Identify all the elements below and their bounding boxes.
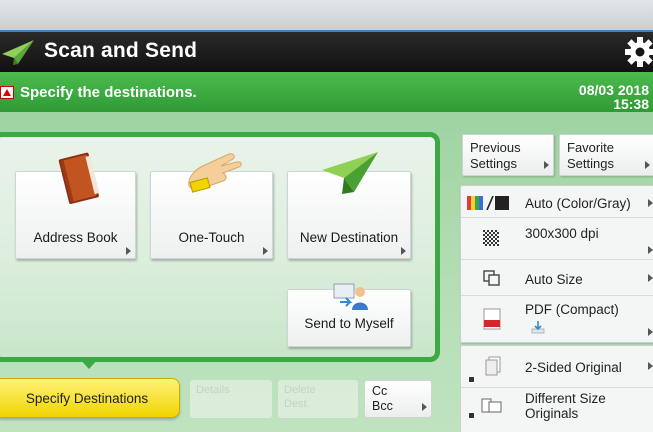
delete-label-line1: Delete	[284, 384, 316, 396]
selected-tab-pointer	[78, 357, 100, 369]
chevron-right-icon	[648, 246, 653, 254]
instruction-bar: Specify the destinations. 08/03 2018 15:…	[0, 72, 653, 112]
chevron-right-icon	[648, 199, 653, 207]
one-touch-icon	[188, 153, 242, 193]
color-mode-value: Auto (Color/Gray)	[525, 196, 631, 211]
time-display: 15:38	[613, 96, 649, 112]
send-to-myself-icon	[333, 283, 368, 310]
color-mode-icon	[467, 196, 509, 210]
chevron-right-icon	[401, 247, 406, 255]
one-touch-button[interactable]: One-Touch	[150, 153, 273, 259]
chevron-right-icon	[648, 274, 653, 282]
cc-bcc-button[interactable]: Cc Bcc	[364, 380, 432, 418]
two-sided-original-label: 2-Sided Original	[525, 360, 622, 375]
chevron-right-icon	[648, 362, 653, 370]
different-size-originals-line2: Originals	[525, 406, 579, 421]
two-sided-original-setting[interactable]: 2-Sided Original	[461, 346, 653, 388]
send-to-myself-button[interactable]: Send to Myself	[287, 283, 411, 347]
delete-label-line2: Dest.	[284, 398, 310, 410]
address-book-button[interactable]: Address Book	[15, 152, 136, 259]
address-book-icon	[58, 152, 100, 204]
scan-size-value: Auto Size	[525, 272, 583, 287]
pdf-icon	[483, 308, 501, 330]
title-bar: Scan and Send	[0, 30, 653, 72]
resolution-setting[interactable]: 300x300 dpi	[461, 218, 653, 260]
scan-size-icon	[483, 270, 500, 286]
resolution-value: 300x300 dpi	[525, 226, 599, 241]
download-icon	[531, 321, 545, 334]
address-book-label: Address Book	[33, 230, 118, 245]
chevron-right-icon	[645, 161, 650, 169]
send-to-myself-label: Send to Myself	[304, 316, 394, 331]
different-size-originals-setting[interactable]: Different Size Originals	[461, 388, 653, 432]
previous-settings-line2: Settings	[470, 156, 517, 171]
new-destination-label: New Destination	[299, 230, 399, 245]
favorite-settings-button[interactable]: Favorite Settings	[559, 134, 653, 176]
bcc-label: Bcc	[372, 399, 393, 413]
details-button: Details	[190, 380, 272, 418]
selection-marker	[468, 376, 475, 383]
favorite-settings-line2: Settings	[567, 156, 614, 171]
scan-size-setting[interactable]: Auto Size	[461, 260, 653, 296]
device-bezel	[0, 0, 653, 30]
different-size-originals-icon	[481, 398, 502, 413]
warning-icon	[0, 86, 14, 99]
chevron-right-icon	[544, 161, 549, 169]
app-title: Scan and Send	[44, 39, 198, 62]
two-sided-original-icon	[485, 356, 501, 376]
file-format-value: PDF (Compact)	[525, 302, 619, 317]
chevron-right-icon	[422, 403, 427, 411]
previous-settings-line1: Previous	[470, 140, 521, 155]
selection-marker	[468, 412, 475, 419]
screen: Scan and Send Specify the destinations. …	[0, 0, 653, 432]
chevron-right-icon	[648, 328, 653, 336]
resolution-icon	[483, 230, 499, 246]
cc-label: Cc	[372, 384, 388, 398]
paper-plane-icon	[322, 152, 378, 194]
specify-destinations-label: Specify Destinations	[25, 391, 149, 406]
one-touch-label: One-Touch	[178, 230, 245, 245]
scan-settings-list: Auto (Color/Gray) 300x300 dpi Auto Size	[460, 185, 653, 343]
chevron-right-icon	[126, 247, 131, 255]
details-label: Details	[196, 384, 230, 396]
file-format-setting[interactable]: PDF (Compact)	[461, 296, 653, 344]
instruction-text: Specify the destinations.	[20, 84, 197, 101]
destination-panel: Address Book One-Touch New Destination S…	[0, 132, 440, 362]
new-destination-button[interactable]: New Destination	[287, 152, 411, 259]
original-options-list: 2-Sided Original Different Size Original…	[460, 345, 653, 432]
color-mode-setting[interactable]: Auto (Color/Gray)	[461, 186, 653, 218]
paper-plane-icon	[2, 40, 34, 65]
previous-settings-button[interactable]: Previous Settings	[462, 134, 554, 176]
delete-destination-button: Delete Dest.	[278, 380, 358, 418]
different-size-originals-line1: Different Size	[525, 391, 606, 406]
gear-icon[interactable]	[624, 36, 653, 68]
favorite-settings-line1: Favorite	[567, 140, 614, 155]
chevron-right-icon	[263, 247, 268, 255]
specify-destinations-button[interactable]: Specify Destinations	[0, 378, 180, 418]
